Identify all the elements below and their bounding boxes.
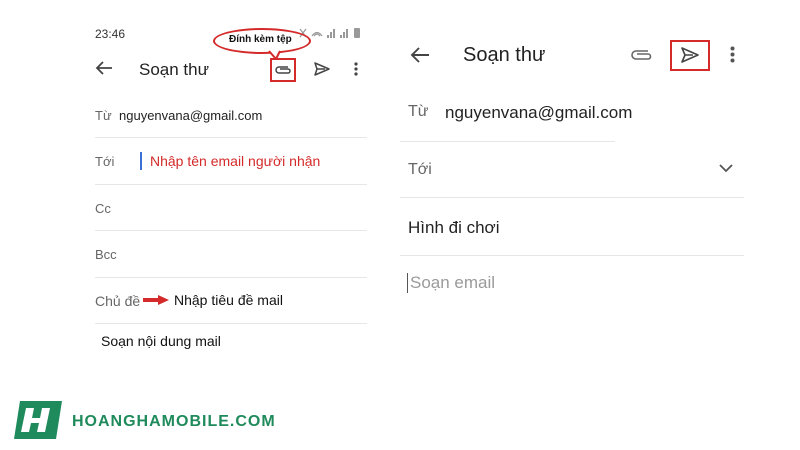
divider <box>95 137 367 138</box>
from-label: Từ <box>95 108 112 123</box>
more-vert-icon[interactable] <box>730 46 735 63</box>
brand-watermark: HOANGHAMOBILE.COM <box>72 413 276 430</box>
status-time: 23:46 <box>95 27 126 41</box>
subject-label: Chủ đề <box>95 293 141 309</box>
from-value: nguyenvana@gmail.com <box>445 103 633 122</box>
divider <box>95 230 367 231</box>
divider <box>400 197 744 198</box>
to-label[interactable]: Tới <box>408 161 432 179</box>
subject-hint[interactable]: Nhập tiêu đề mail <box>174 292 283 308</box>
text-cursor <box>407 273 408 293</box>
page-title: Soạn thư <box>139 60 209 79</box>
from-label: Từ <box>408 103 429 120</box>
from-value: nguyenvana@gmail.com <box>119 108 263 123</box>
send-icon[interactable] <box>313 61 331 77</box>
back-arrow-icon[interactable] <box>410 47 430 63</box>
to-hint[interactable]: Nhập tên email người nhận <box>150 153 320 169</box>
paperclip-icon[interactable] <box>274 63 292 77</box>
divider <box>95 277 367 278</box>
body-hint[interactable]: Soạn nội dung mail <box>101 333 221 349</box>
page-title: Soạn thư <box>463 44 546 66</box>
chevron-down-icon[interactable] <box>719 164 733 173</box>
subject-value[interactable]: Hình đi chơi <box>408 218 499 238</box>
body-placeholder[interactable]: Soạn email <box>410 273 495 293</box>
paperclip-icon[interactable] <box>630 48 652 62</box>
cc-label[interactable]: Cc <box>95 201 111 216</box>
divider <box>95 323 367 324</box>
brand-logo-icon <box>10 399 66 441</box>
divider <box>400 141 615 142</box>
more-vert-icon[interactable] <box>354 62 358 76</box>
divider <box>400 255 744 256</box>
text-cursor <box>140 152 142 170</box>
divider <box>95 184 367 185</box>
to-label: Tới <box>95 154 115 169</box>
send-icon[interactable] <box>680 46 700 64</box>
bcc-label[interactable]: Bcc <box>95 247 117 262</box>
red-arrow-icon <box>142 295 170 305</box>
back-arrow-icon[interactable] <box>95 61 113 75</box>
attach-callout-label: Đính kèm tệp <box>229 34 292 45</box>
